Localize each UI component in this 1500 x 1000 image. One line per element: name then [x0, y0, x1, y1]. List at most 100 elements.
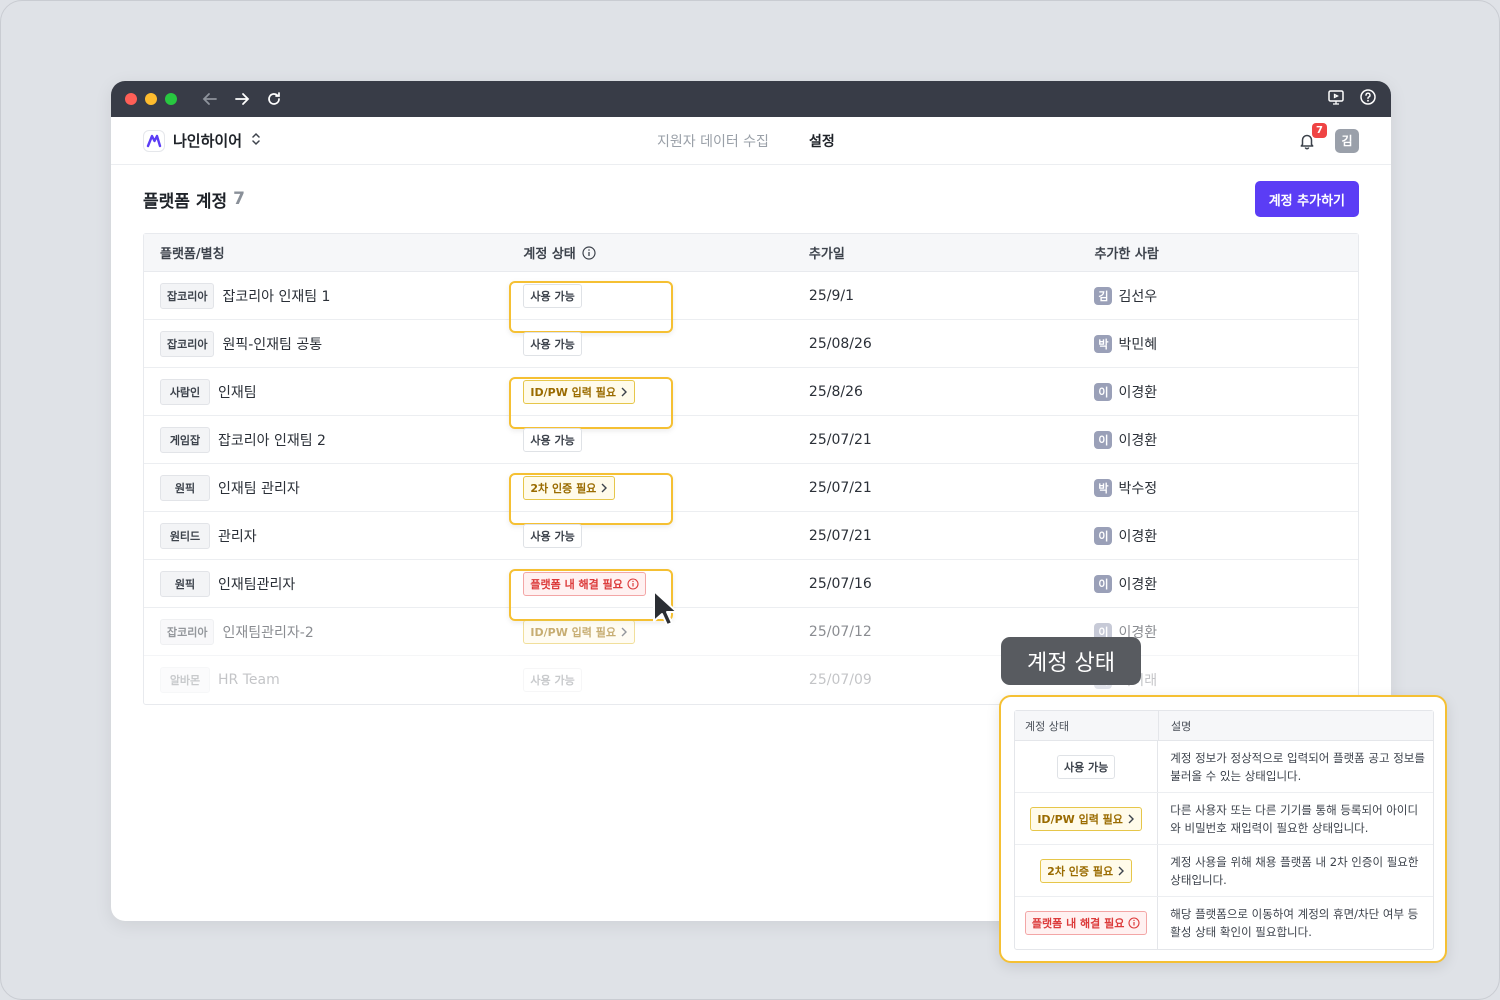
mouse-cursor-icon [653, 590, 678, 626]
legend-header: 계정 상태 설명 [1015, 711, 1433, 741]
close-window-dot[interactable] [125, 93, 137, 105]
legend-desc: 계정 정보가 정상적으로 입력되어 플랫폼 공고 정보를 불러올 수 있는 상태… [1170, 750, 1425, 783]
screen-share-icon[interactable] [1327, 88, 1345, 110]
platform-tag: 원픽 [160, 570, 210, 597]
info-circle-icon [627, 577, 639, 590]
status-legend-panel: 계정 상태 설명 사용 가능 계정 정보가 정상적으로 입력되어 플랫폼 공고 … [999, 695, 1447, 963]
workspace-switcher[interactable]: 나인하이어 [143, 129, 262, 152]
chevron-right-icon [621, 627, 627, 636]
account-alias: 잡코리아 인재팀 1 [222, 288, 331, 305]
avatar: 박 [1094, 478, 1113, 497]
notification-count-badge: 7 [1312, 122, 1327, 138]
header-status-label: 계정 상태 [523, 247, 576, 262]
avatar: 이 [1094, 382, 1113, 401]
status-badge[interactable]: ID/PW 입력 필요 [523, 619, 635, 644]
added-date: 25/9/1 [808, 287, 854, 304]
chevron-right-icon [601, 483, 608, 492]
added-by-name: 이경환 [1118, 432, 1158, 449]
account-count: 7 [233, 189, 245, 209]
status-badge[interactable]: 2차 인증 필요 [523, 475, 616, 500]
status-badge: 사용 가능 [1056, 754, 1116, 779]
page-title-row: 플랫폼 계정 7 계정 추가하기 [143, 165, 1359, 233]
chevron-right-icon [621, 387, 627, 396]
table-row[interactable]: 게임잡 잡코리아 인재팀 2 사용 가능 25/07/21 이 이경환 [144, 416, 1358, 464]
table-row[interactable]: 사람인 인재팀 ID/PW 입력 필요 25/8/26 이 이경환 [144, 368, 1358, 429]
reload-icon[interactable] [263, 88, 285, 110]
status-badge: 사용 가능 [523, 427, 582, 452]
account-alias: 잡코리아 인재팀 2 [218, 432, 326, 449]
back-arrow-icon[interactable] [199, 88, 221, 110]
table-row[interactable]: 잡코리아 인재팀관리자-2 ID/PW 입력 필요 25/07/12 이 이경환 [144, 608, 1358, 656]
platform-tag: 게임잡 [160, 426, 210, 453]
account-alias: 인재팀관리자-2 [222, 624, 314, 641]
brand-name: 나인하이어 [173, 132, 243, 150]
added-date: 25/8/26 [808, 383, 863, 400]
platform-tag: 잡코리아 [160, 330, 215, 357]
avatar: 이 [1094, 526, 1113, 545]
header-platform: 플랫폼/별칭 [160, 247, 225, 262]
main-content: 플랫폼 계정 7 계정 추가하기 플랫폼/별칭 계정 상태 추가일 추가한 사람… [111, 165, 1391, 705]
chevron-right-icon [1118, 866, 1125, 875]
info-circle-icon [1128, 917, 1140, 929]
table-row[interactable]: 잡코리아 원픽-인재팀 공통 사용 가능 25/08/26 박 박민혜 [144, 320, 1358, 368]
user-avatar[interactable]: 김 [1335, 128, 1359, 153]
info-icon[interactable] [582, 245, 596, 260]
legend-desc: 해당 플랫폼으로 이동하여 계정의 휴면/차단 여부 등 활성 상태 확인이 필… [1170, 907, 1419, 939]
status-badge[interactable]: 플랫폼 내 해결 필요 [523, 571, 646, 596]
legend-desc: 계정 사용을 위해 채용 플랫폼 내 2차 인증이 필요한 상태입니다. [1170, 854, 1419, 887]
added-by-name: 김선우 [1118, 288, 1158, 305]
header-date: 추가일 [808, 247, 845, 262]
add-account-button[interactable]: 계정 추가하기 [1254, 181, 1359, 217]
status-tooltip-label: 계정 상태 [1001, 637, 1141, 685]
legend-row: 플랫폼 내 해결 필요 해당 플랫폼으로 이동하여 계정의 휴면/차단 여부 등… [1015, 897, 1433, 949]
help-icon[interactable] [1359, 88, 1377, 110]
maximize-window-dot[interactable] [165, 93, 177, 105]
account-alias: HR Team [218, 672, 280, 688]
platform-tag: 원티드 [160, 522, 210, 549]
added-by-name: 박민혜 [1118, 336, 1158, 353]
added-date: 25/07/16 [808, 575, 872, 592]
table-header: 플랫폼/별칭 계정 상태 추가일 추가한 사람 [144, 234, 1358, 272]
added-by-name: 이경환 [1118, 528, 1158, 545]
nav-applicant-data[interactable]: 지원자 데이터 수집 [657, 131, 769, 151]
legend-table: 계정 상태 설명 사용 가능 계정 정보가 정상적으로 입력되어 플랫폼 공고 … [1014, 710, 1434, 950]
minimize-window-dot[interactable] [145, 93, 157, 105]
header-added-by: 추가한 사람 [1094, 247, 1159, 262]
status-badge: 사용 가능 [523, 668, 582, 692]
legend-desc: 다른 사용자 또는 다른 기기를 통해 등록되어 아이디와 비밀번호 재입력이 … [1170, 802, 1419, 835]
account-alias: 원픽-인재팀 공통 [222, 336, 323, 353]
top-nav: 지원자 데이터 수집 설정 [657, 117, 835, 165]
status-badge: 사용 가능 [523, 523, 582, 548]
notification-button[interactable]: 7 [1295, 122, 1327, 153]
account-alias: 인재팀 [218, 384, 257, 401]
avatar: 이 [1094, 430, 1113, 449]
platform-tag: 잡코리아 [160, 618, 215, 645]
legend-header-status: 계정 상태 [1015, 711, 1159, 740]
status-badge[interactable]: ID/PW 입력 필요 [523, 379, 635, 404]
nav-settings[interactable]: 설정 [809, 131, 835, 151]
forward-arrow-icon[interactable] [231, 88, 253, 110]
header-status: 계정 상태 [509, 243, 795, 262]
browser-titlebar [111, 81, 1391, 117]
table-row[interactable]: 잡코리아 잡코리아 인재팀 1 사용 가능 25/9/1 김 김선우 [144, 272, 1358, 333]
added-by-name: 박수정 [1118, 480, 1158, 497]
platform-tag: 원픽 [160, 474, 210, 501]
status-badge: 사용 가능 [523, 331, 582, 356]
legend-row: 사용 가능 계정 정보가 정상적으로 입력되어 플랫폼 공고 정보를 불러올 수… [1015, 741, 1433, 793]
platform-tag: 잡코리아 [160, 282, 215, 309]
table-row[interactable]: 원티드 관리자 사용 가능 25/07/21 이 이경환 [144, 512, 1358, 560]
legend-row: 2차 인증 필요 계정 사용을 위해 채용 플랫폼 내 2차 인증이 필요한 상… [1015, 845, 1433, 897]
table-row[interactable]: 원픽 인재팀관리자 플랫폼 내 해결 필요 25/07/16 이 이경환 [144, 560, 1358, 621]
added-date: 25/07/21 [808, 527, 872, 544]
page-title: 플랫폼 계정 [143, 191, 228, 212]
avatar: 박 [1094, 334, 1113, 353]
table-row[interactable]: 원픽 인재팀 관리자 2차 인증 필요 25/07/21 박 박수정 [144, 464, 1358, 525]
added-date: 25/07/21 [808, 431, 872, 448]
canvas: 나인하이어 지원자 데이터 수집 설정 7 김 플랫폼 계정 7 계정 추가하기… [0, 0, 1500, 1000]
avatar: 김 [1094, 286, 1113, 305]
accounts-table: 플랫폼/별칭 계정 상태 추가일 추가한 사람 잡코리아 잡코리아 인재팀 1 사… [143, 233, 1359, 705]
added-date: 25/07/21 [808, 479, 872, 496]
status-badge: ID/PW 입력 필요 [1030, 806, 1142, 831]
status-badge: 플랫폼 내 해결 필요 [1024, 911, 1148, 935]
added-by-name: 이경환 [1118, 576, 1158, 593]
